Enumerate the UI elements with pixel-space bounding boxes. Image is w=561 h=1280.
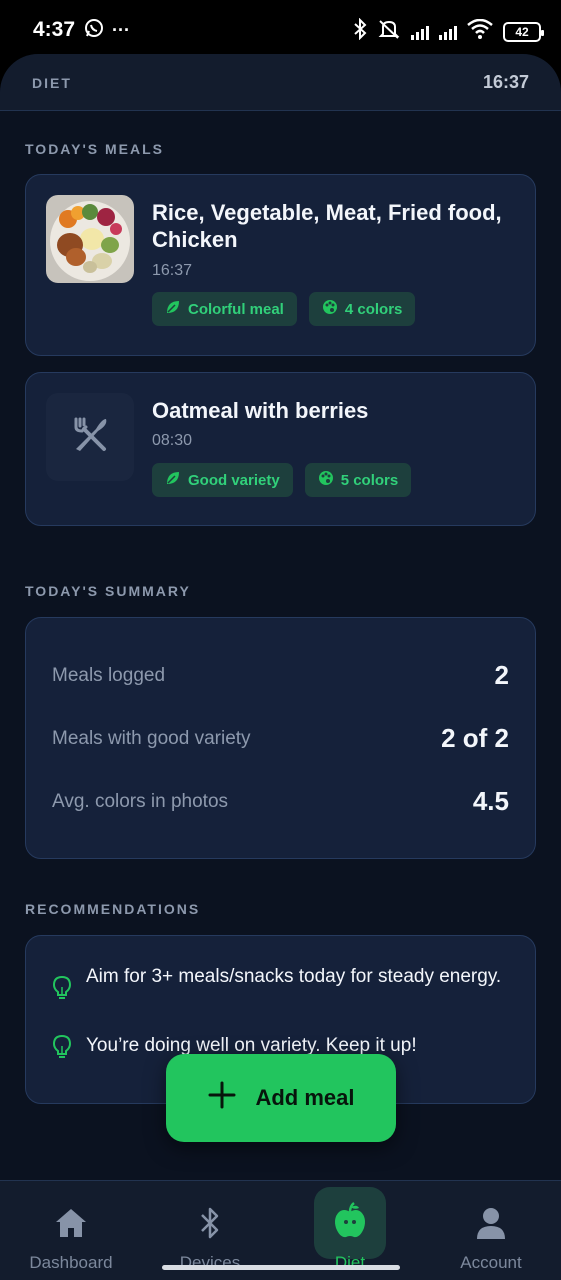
summary-value: 2 of 2 <box>441 723 509 753</box>
section-label-recommendations: RECOMMENDATIONS <box>25 901 201 917</box>
tag-badge: Colorful meal <box>152 292 297 326</box>
add-meal-label: Add meal <box>255 1085 355 1110</box>
leaf-icon <box>165 470 181 490</box>
person-icon <box>475 1205 507 1241</box>
summary-label: Meals with good variety <box>52 727 251 749</box>
battery-indicator: 42 <box>503 21 544 42</box>
nav-label: Devices <box>179 1253 241 1272</box>
status-time: 4:37 <box>33 18 76 41</box>
whatsapp-icon <box>84 18 104 43</box>
more-icon: ··· <box>112 20 130 40</box>
palette-icon <box>318 470 334 490</box>
section-label-meals: TODAY'S MEALS <box>25 141 165 157</box>
fork-knife-icon <box>70 415 110 460</box>
leaf-icon <box>165 299 181 319</box>
nav-label: Dashboard <box>29 1253 113 1272</box>
nav-label: Diet <box>334 1253 366 1272</box>
palette-icon <box>322 299 338 319</box>
meal-time: 16:37 <box>152 262 193 279</box>
meal-card[interactable]: Oatmeal with berries 08:30 Good variety … <box>25 372 536 526</box>
recommendation-text: Aim for 3+ meals/snacks today for steady… <box>86 966 502 987</box>
summary-label: Avg. colors in photos <box>52 790 229 812</box>
mute-icon <box>377 18 401 45</box>
app-header: DIET 16:37 <box>0 54 561 111</box>
status-bar: 4:37 ··· 42 <box>0 0 561 60</box>
signal-icon <box>411 24 429 40</box>
nav-item-account[interactable]: Account <box>421 1181 561 1280</box>
meal-time: 08:30 <box>152 432 193 449</box>
home-indicator[interactable] <box>162 1265 400 1270</box>
summary-row: Avg. colors in photos 4.5 <box>52 786 509 817</box>
home-icon <box>54 1205 88 1241</box>
summary-value: 4.5 <box>472 786 509 816</box>
lightbulb-icon <box>52 975 72 1006</box>
summary-row: Meals logged 2 <box>52 660 509 691</box>
bluetooth-icon <box>199 1205 221 1241</box>
summary-row: Meals with good variety 2 of 2 <box>52 723 509 754</box>
tag-badge: 5 colors <box>304 463 412 497</box>
tag-badge: 4 colors <box>308 292 416 326</box>
summary-label: Meals logged <box>52 664 166 686</box>
add-meal-button[interactable]: Add meal <box>166 1054 396 1142</box>
apple-icon <box>332 1201 368 1245</box>
meal-name: Rice, Vegetable, Meat, Fried food, Chick… <box>152 200 502 252</box>
meal-photo-placeholder <box>46 393 134 481</box>
nav-item-dashboard[interactable]: Dashboard <box>1 1181 141 1280</box>
wifi-icon <box>467 18 493 44</box>
lightbulb-icon <box>52 1034 72 1065</box>
summary-value: 2 <box>494 660 509 690</box>
page-title: DIET <box>32 75 72 91</box>
meal-photo <box>46 195 134 283</box>
summary-card: Meals logged 2 Meals with good variety 2… <box>25 617 536 859</box>
meal-card[interactable]: Rice, Vegetable, Meat, Fried food, Chick… <box>25 174 536 356</box>
section-label-summary: TODAY'S SUMMARY <box>25 583 191 599</box>
meal-name: Oatmeal with berries <box>152 398 369 423</box>
nav-label: Account <box>460 1253 522 1272</box>
bluetooth-status-icon <box>353 17 367 45</box>
recommendation-item: Aim for 3+ meals/snacks today for steady… <box>52 965 509 1006</box>
signal-2-icon <box>439 24 457 40</box>
tag-badge: Good variety <box>152 463 293 497</box>
plus-icon <box>207 1080 237 1116</box>
header-time: 16:37 <box>482 72 529 92</box>
